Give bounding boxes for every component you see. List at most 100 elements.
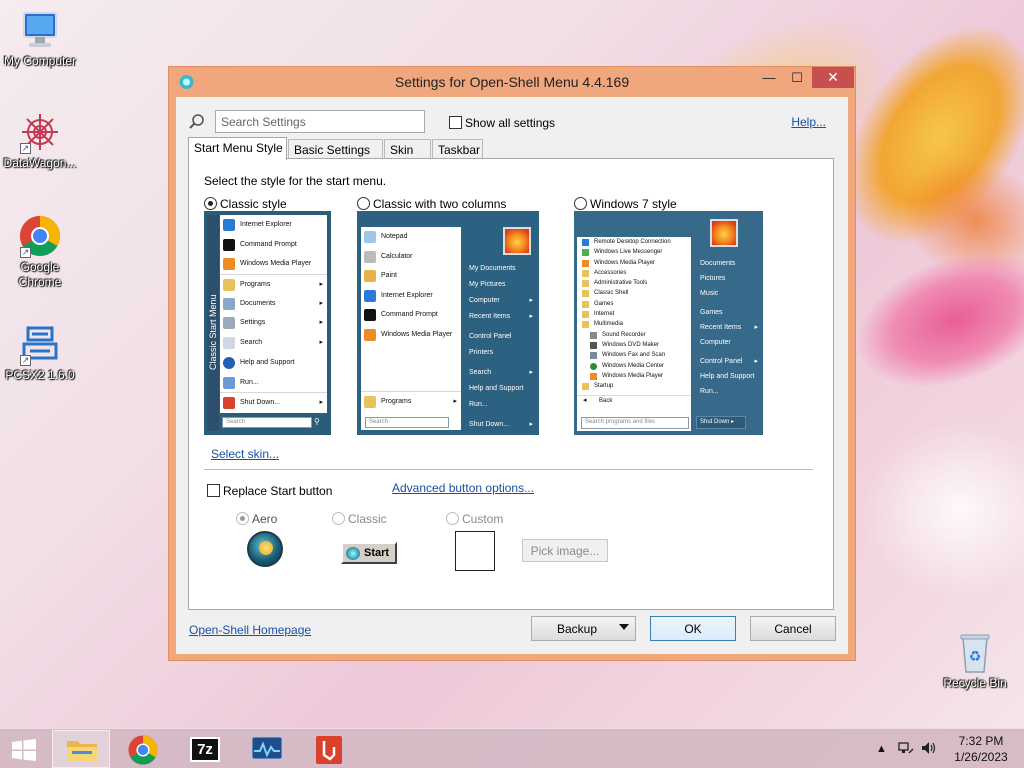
classic-preview-menu: Internet Explorer Command Prompt Windows…	[220, 215, 327, 413]
clock-time: 7:32 PM	[958, 734, 1004, 748]
pick-image-button[interactable]: Pick image...	[522, 539, 608, 562]
radio-windows7-dot[interactable]	[574, 197, 587, 211]
file-explorer-icon	[67, 741, 97, 762]
win7-left-pane: Remote Desktop Connection Windows Live M…	[577, 237, 691, 431]
radio-custom-button-dot[interactable]	[446, 512, 459, 526]
search-settings-input[interactable]	[215, 110, 425, 133]
settings-window: Settings for Open-Shell Menu 4.4.169 — ☐…	[168, 66, 856, 661]
maximize-button[interactable]: ☐	[783, 67, 811, 88]
close-button[interactable]: ✕	[812, 67, 854, 88]
radio-two-columns-dot[interactable]	[357, 197, 370, 211]
radio-classic-button[interactable]: Classic	[332, 511, 387, 526]
open-shell-homepage-link[interactable]: Open-Shell Homepage	[189, 623, 311, 637]
radio-classic-button-dot[interactable]	[332, 512, 345, 526]
user-picture-icon	[710, 219, 738, 247]
preview-search-box: Search	[222, 417, 312, 428]
shutdown-icon	[223, 397, 235, 410]
pdf-app-icon	[316, 736, 342, 764]
preview-search-icon: ⚲	[314, 417, 320, 426]
taskbar-clock[interactable]: 7:32 PM 1/26/2023	[948, 733, 1014, 765]
shortcut-arrow-icon: ↗	[20, 143, 31, 154]
preview-item: Run...	[220, 373, 327, 393]
command-prompt-icon	[223, 238, 235, 251]
clock-date: 1/26/2023	[954, 750, 1008, 764]
show-hidden-icons-chevron[interactable]: ▲	[876, 743, 887, 755]
taskbar-pdf-app[interactable]	[300, 730, 358, 768]
tab-basic-settings[interactable]: Basic Settings	[288, 139, 383, 159]
preview-item: Shut Down... ▸	[220, 392, 327, 412]
pcsx2-icon: ↗	[18, 322, 62, 366]
advanced-button-options-link[interactable]: Advanced button options...	[392, 481, 534, 495]
preview-search-box: Search programs and files	[581, 417, 689, 429]
desktop-icon-google-chrome[interactable]: ↗ Google Chrome	[0, 214, 80, 290]
tab-skin[interactable]: Skin	[384, 139, 431, 159]
preview-shutdown-button: Shut Down ▸	[696, 416, 746, 429]
start-button[interactable]	[0, 730, 48, 768]
desktop-icon-datawagon[interactable]: ↗ DataWagon...	[0, 110, 80, 171]
replace-start-button-checkbox[interactable]: Replace Start button	[204, 483, 332, 498]
taskbar-chrome[interactable]	[114, 730, 172, 768]
radio-custom-button[interactable]: Custom	[446, 511, 503, 526]
select-skin-link[interactable]: Select skin...	[211, 447, 279, 461]
user-picture-icon	[503, 227, 531, 255]
volume-icon[interactable]	[920, 740, 938, 759]
minimize-button[interactable]: —	[755, 67, 783, 88]
classic-band: Classic Start Menu	[207, 215, 219, 431]
taskbar-file-explorer[interactable]	[52, 730, 110, 768]
backup-button[interactable]: Backup	[531, 616, 636, 641]
preview-search-box: Search	[365, 417, 449, 428]
preview-item: Notepad	[361, 227, 461, 247]
cancel-button[interactable]: Cancel	[750, 616, 836, 641]
aero-start-button-preview-icon	[247, 531, 283, 567]
tab-taskbar[interactable]: Taskbar	[432, 139, 483, 159]
windows7-style-preview[interactable]: Remote Desktop Connection Windows Live M…	[574, 211, 763, 435]
desktop-icon-pcsx2[interactable]: ↗ PCSX2 1.6.0	[0, 322, 80, 383]
title-bar[interactable]: Settings for Open-Shell Menu 4.4.169 — ☐…	[169, 67, 855, 96]
chrome-icon: ↗	[18, 214, 62, 258]
window-client: Show all settings Help... Start Menu Sty…	[176, 97, 848, 654]
chevron-down-icon	[619, 624, 629, 630]
tab-start-menu-style[interactable]: Start Menu Style	[188, 137, 287, 160]
style-prompt: Select the style for the start menu.	[204, 174, 387, 188]
show-all-checkbox-box[interactable]	[449, 116, 462, 130]
show-all-settings-checkbox[interactable]: Show all settings	[446, 115, 555, 130]
documents-icon	[223, 297, 235, 310]
preview-item: Search ▸	[220, 333, 327, 353]
win7-right-pane: Documents Pictures Music Games Recent It…	[700, 260, 758, 395]
taskbar-activity-monitor[interactable]	[238, 730, 296, 768]
radio-aero-dot[interactable]	[236, 512, 249, 526]
show-all-label: Show all settings	[465, 115, 556, 130]
start-menu-style-panel: Select the style for the start menu. Cla…	[188, 158, 834, 610]
classic-start-icon	[346, 547, 360, 560]
radio-classic-two-columns[interactable]: Classic with two columns	[357, 196, 506, 211]
preview-item: Command Prompt	[220, 235, 327, 255]
windows-logo-icon	[12, 739, 36, 761]
taskbar: 7z ▲ 7:32 PM 1/26/2023	[0, 728, 1024, 768]
classic-style-preview[interactable]: Classic Start Menu Internet Explorer Com…	[204, 211, 331, 435]
preview-item: Programs ▸	[220, 274, 327, 294]
taskbar-7zip[interactable]: 7z	[176, 730, 234, 768]
preview-item: Settings ▸	[220, 313, 327, 333]
radio-classic-style[interactable]: Classic style	[204, 196, 287, 211]
7zip-icon: 7z	[190, 737, 220, 762]
recycle-bin-icon: ♻	[953, 630, 997, 674]
two-column-left-pane: Notepad Calculator Paint Internet Explor…	[361, 227, 461, 430]
radio-aero[interactable]: Aero	[236, 511, 277, 526]
shortcut-arrow-icon: ↗	[20, 355, 31, 366]
preview-item: Internet Explorer	[220, 215, 327, 235]
preview-item: Help and Support	[220, 353, 327, 373]
two-column-style-preview[interactable]: Notepad Calculator Paint Internet Explor…	[357, 211, 539, 435]
desktop-icon-recycle-bin[interactable]: ♻ Recycle Bin	[935, 630, 1015, 691]
ok-button[interactable]: OK	[650, 616, 736, 641]
help-link[interactable]: Help...	[791, 115, 826, 129]
radio-classic-style-dot[interactable]	[204, 197, 217, 211]
computer-icon	[18, 8, 62, 52]
settings-icon	[223, 317, 235, 330]
search-icon	[223, 337, 235, 350]
radio-windows7-style[interactable]: Windows 7 style	[574, 196, 677, 211]
network-icon[interactable]	[898, 740, 914, 759]
replace-start-checkbox-box[interactable]	[207, 484, 220, 498]
desktop-icon-my-computer[interactable]: My Computer	[0, 8, 80, 69]
preview-item: Internet Explorer	[361, 286, 461, 306]
preview-item: Programs ▸	[361, 391, 461, 410]
